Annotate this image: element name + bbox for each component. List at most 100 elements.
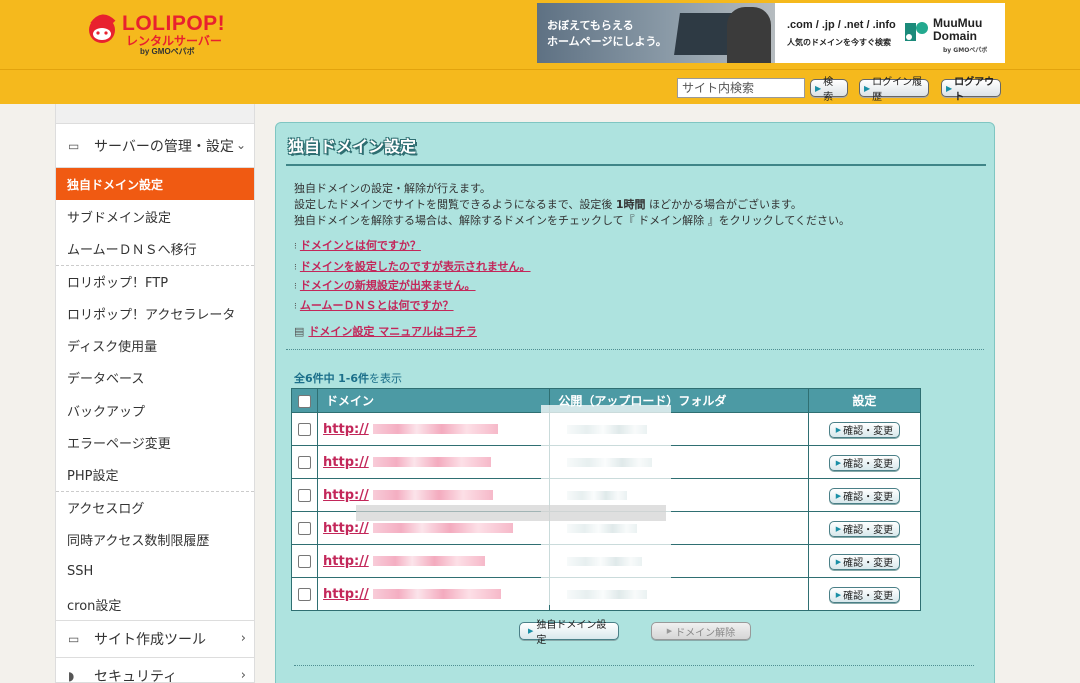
- sidebar-group-site-tools[interactable]: ▭ サイト作成ツール ›: [56, 620, 254, 657]
- row-checkbox[interactable]: [298, 489, 312, 502]
- domain-cell: http://: [317, 412, 551, 446]
- divider: [286, 349, 984, 350]
- sidebar-item-php[interactable]: PHP設定: [56, 459, 254, 491]
- confirm-change-label: 確認・変更: [843, 459, 894, 470]
- description-line1: 独自ドメインの設定・解除が行えます。: [294, 182, 491, 195]
- sidebar-item-label: ディスク使用量: [67, 340, 158, 356]
- sidebar-item-label: サブドメイン設定: [67, 210, 172, 226]
- divider: [294, 665, 974, 666]
- description: 独自ドメインの設定・解除が行えます。 設定したドメインでサイトを閲覧できるように…: [294, 181, 850, 229]
- sidebar-item-ssh[interactable]: SSH: [56, 556, 254, 588]
- confirm-change-button[interactable]: ▶ 確認・変更: [828, 487, 901, 504]
- domain-link[interactable]: http://: [323, 422, 369, 437]
- row-checkbox[interactable]: [298, 555, 312, 568]
- header: LOLIPOP! レンタルサーバー by GMOペパボ おぼえてもらえる ホーム…: [0, 0, 1080, 104]
- faq-link-muumuu-dns[interactable]: ムームーＤＮＳとは何ですか？: [300, 299, 454, 312]
- sidebar-group-security[interactable]: ◗ セキュリティ ›: [56, 657, 254, 683]
- confirm-change-label: 確認・変更: [843, 525, 894, 536]
- row-checkbox[interactable]: [298, 522, 312, 535]
- add-domain-label: 独自ドメイン設定: [536, 620, 607, 646]
- bullet-icon: ⁝: [294, 302, 297, 312]
- confirm-change-button[interactable]: ▶ 確認・変更: [828, 520, 901, 537]
- sidebar-item-label: 独自ドメイン設定: [67, 177, 164, 192]
- arrow-right-icon: ▶: [666, 627, 673, 635]
- count-prefix: 全6件中: [294, 372, 335, 385]
- settings-cell: ▶ 確認・変更: [807, 544, 922, 578]
- count-suffix: を表示: [369, 372, 403, 385]
- domain-link[interactable]: http://: [323, 455, 369, 470]
- description-line3: 独自ドメインを解除する場合は、解除するドメインをチェックして『 ドメイン解除 』…: [294, 214, 850, 227]
- banner-headline: おぼえてもらえる ホームページにしよう。: [547, 18, 667, 50]
- description-line2-bold: 1時間: [615, 198, 646, 211]
- arrow-right-icon: ▶: [815, 83, 822, 93]
- sidebar-item-access-log[interactable]: アクセスログ: [56, 490, 254, 523]
- sidebar-item-accelerator[interactable]: ロリポップ！アクセラレータ: [56, 297, 254, 329]
- faq-item: ⁝ ドメインとは何ですか？: [294, 237, 421, 253]
- login-history-button[interactable]: ▶ ログイン履歴: [859, 77, 929, 103]
- sidebar-item-label: cron設定: [67, 598, 122, 614]
- row-checkbox[interactable]: [298, 588, 312, 601]
- arrow-right-icon: ▶: [946, 83, 953, 93]
- row-checkbox[interactable]: [298, 456, 312, 469]
- description-line2-post: ほどかかる場合がございます。: [649, 198, 802, 211]
- sidebar-item-disk-usage[interactable]: ディスク使用量: [56, 329, 254, 361]
- sidebar-item-backup[interactable]: バックアップ: [56, 394, 254, 426]
- confirm-change-label: 確認・変更: [843, 558, 894, 569]
- settings-cell: ▶ 確認・変更: [807, 478, 922, 512]
- sidebar-item-label: エラーページ変更: [67, 437, 171, 453]
- sidebar-item-error-page[interactable]: エラーページ変更: [56, 426, 254, 458]
- row-checkbox[interactable]: [298, 423, 312, 436]
- sidebar-item-ftp[interactable]: ロリポップ！FTP: [56, 264, 254, 297]
- sidebar-item-access-limit[interactable]: 同時アクセス数制限履歴: [56, 523, 254, 555]
- sidebar: ▭ サーバーの管理・設定 ⌄ 独自ドメイン設定 サブドメイン設定 ムームーＤＮＳ…: [55, 104, 255, 683]
- confirm-change-label: 確認・変更: [843, 591, 894, 602]
- muumuu-banner[interactable]: おぼえてもらえる ホームページにしよう。 .com / .jp / .net /…: [537, 3, 1005, 63]
- arrow-right-icon: ▶: [835, 524, 842, 533]
- row-check-cell: [290, 577, 319, 611]
- sidebar-group-server[interactable]: ▭ サーバーの管理・設定 ⌄: [56, 124, 254, 168]
- confirm-change-button[interactable]: ▶ 確認・変更: [828, 586, 901, 603]
- remove-domain-button[interactable]: ▶ ドメイン解除: [651, 622, 751, 640]
- manual-link[interactable]: ドメイン設定 マニュアルはコチラ: [308, 325, 477, 338]
- redacted-domain: [372, 523, 513, 533]
- faq-link-what-is-domain[interactable]: ドメインとは何ですか？: [300, 239, 421, 252]
- logout-label: ログアウト: [954, 77, 995, 103]
- domain-link[interactable]: http://: [323, 488, 369, 503]
- chevron-down-icon: ⌄: [235, 138, 246, 152]
- confirm-change-button[interactable]: ▶ 確認・変更: [828, 421, 901, 438]
- domain-link[interactable]: http://: [323, 521, 369, 536]
- sidebar-item-cron[interactable]: cron設定: [56, 588, 254, 620]
- add-domain-button[interactable]: ▶ 独自ドメイン設定: [519, 620, 619, 646]
- select-all-checkbox[interactable]: [298, 394, 312, 408]
- faq-link-not-displayed[interactable]: ドメインを設定したのですが表示されません。: [300, 260, 531, 273]
- banner-subtext: 人気のドメインを今すぐ検索: [787, 38, 891, 47]
- sidebar-item-muumuu-dns[interactable]: ムームーＤＮＳへ移行: [56, 233, 254, 265]
- arrow-right-icon: ▶: [835, 590, 842, 599]
- site-search-input[interactable]: [677, 78, 805, 98]
- sidebar-top: [56, 104, 254, 124]
- manual-link-row: ▤ ドメイン設定 マニュアルはコチラ: [294, 323, 477, 339]
- sidebar-item-label: 同時アクセス数制限履歴: [67, 533, 210, 549]
- sidebar-item-database[interactable]: データベース: [56, 362, 254, 394]
- confirm-change-button[interactable]: ▶ 確認・変更: [828, 553, 901, 570]
- domain-link[interactable]: http://: [323, 554, 369, 569]
- banner-right: .com / .jp / .net / .info 人気のドメインを今すぐ検索 …: [775, 3, 1005, 63]
- row-check-cell: [290, 445, 319, 479]
- header-divider: [0, 69, 1080, 70]
- sidebar-group-server-label: サーバーの管理・設定: [94, 138, 234, 155]
- redacted-domain: [372, 589, 501, 599]
- sidebar-item-custom-domain[interactable]: 独自ドメイン設定: [56, 168, 254, 201]
- result-count: 全6件中 1-6件を表示: [294, 370, 402, 386]
- sidebar-item-label: PHP設定: [67, 469, 119, 485]
- confirm-change-button[interactable]: ▶ 確認・変更: [828, 454, 901, 471]
- domain-link[interactable]: http://: [323, 587, 369, 602]
- search-button[interactable]: ▶ 検索: [810, 77, 848, 103]
- lolipop-logo[interactable]: LOLIPOP! レンタルサーバー by GMOペパボ: [88, 12, 228, 62]
- sidebar-group-site-tools-label: サイト作成ツール: [94, 632, 206, 649]
- sidebar-item-label: データベース: [67, 372, 145, 388]
- bullet-icon: ⁝: [294, 242, 297, 252]
- confirm-change-label: 確認・変更: [843, 492, 894, 503]
- logout-button[interactable]: ▶ ログアウト: [941, 77, 1001, 103]
- faq-link-cannot-set[interactable]: ドメインの新規設定が出来ません。: [300, 279, 476, 292]
- sidebar-item-subdomain[interactable]: サブドメイン設定: [56, 200, 254, 232]
